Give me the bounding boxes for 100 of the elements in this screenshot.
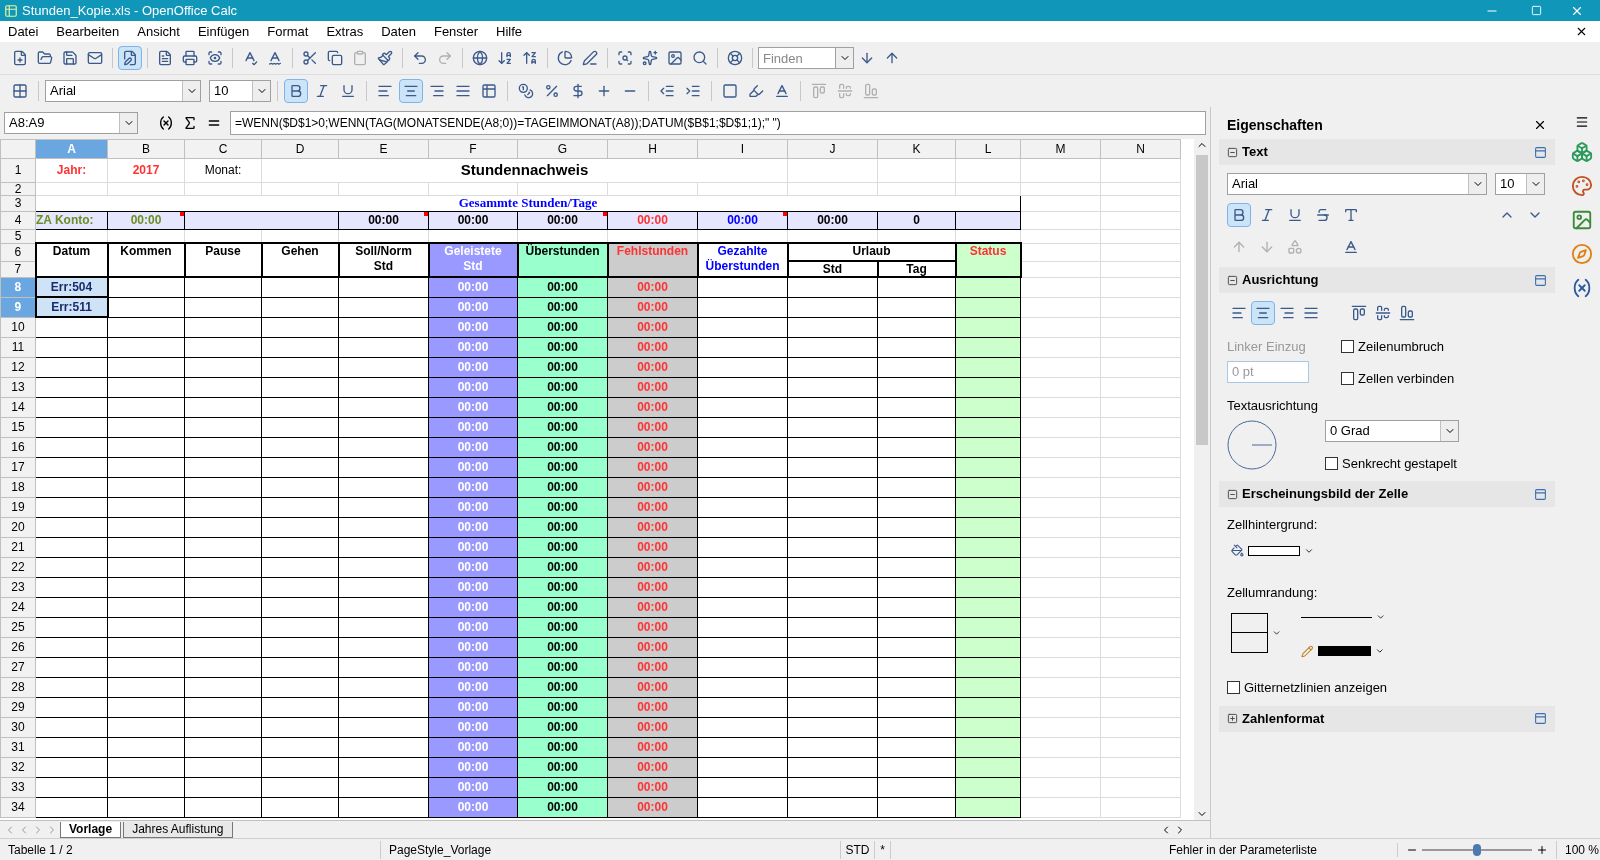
edit-file-icon[interactable] bbox=[118, 46, 142, 70]
close-document-icon[interactable] bbox=[1575, 25, 1588, 38]
row-header[interactable]: 10 bbox=[0, 317, 36, 337]
row-header[interactable]: 26 bbox=[0, 637, 36, 657]
menu-item[interactable]: Format bbox=[267, 21, 309, 42]
font-name-field[interactable]: Arial bbox=[1227, 173, 1487, 195]
align-center-icon[interactable] bbox=[399, 79, 423, 103]
row-header[interactable]: 12 bbox=[0, 357, 36, 377]
font-name-field[interactable]: Arial bbox=[45, 80, 201, 102]
column-header[interactable]: G bbox=[517, 139, 608, 159]
row-header[interactable]: 29 bbox=[0, 697, 36, 717]
column-title: Überstunden bbox=[525, 244, 600, 259]
row-header[interactable]: 21 bbox=[0, 537, 36, 557]
menu-item[interactable]: Hilfe bbox=[496, 21, 523, 42]
row-header[interactable]: 18 bbox=[0, 477, 36, 497]
status-text: Tabelle 1 / 2 bbox=[7, 841, 74, 859]
row-header[interactable]: 24 bbox=[0, 597, 36, 617]
menu-item[interactable]: Daten bbox=[381, 21, 416, 42]
zoom-slider[interactable] bbox=[1422, 842, 1532, 857]
row-header[interactable]: 20 bbox=[0, 517, 36, 537]
sheet-tab[interactable]: Vorlage bbox=[60, 821, 122, 838]
row-header[interactable]: 19 bbox=[0, 497, 36, 517]
row-header[interactable]: 34 bbox=[0, 797, 36, 817]
column-header[interactable]: J bbox=[787, 139, 878, 159]
row-header[interactable]: 16 bbox=[0, 437, 36, 457]
section-header[interactable]: Zahlenformat bbox=[1219, 705, 1555, 732]
checkbox[interactable] bbox=[1341, 340, 1354, 354]
column-header[interactable]: C bbox=[184, 139, 262, 159]
checkbox[interactable] bbox=[1325, 456, 1338, 470]
maximize-icon[interactable] bbox=[1531, 5, 1542, 16]
row-header[interactable]: 23 bbox=[0, 577, 36, 597]
comment-marker bbox=[424, 211, 428, 216]
row-header[interactable]: 13 bbox=[0, 377, 36, 397]
row-header[interactable]: 28 bbox=[0, 677, 36, 697]
row-header[interactable]: 32 bbox=[0, 757, 36, 777]
column-title: Gezahlte Überstunden bbox=[705, 244, 780, 274]
row-header[interactable]: 27 bbox=[0, 657, 36, 677]
menu-item[interactable]: Einfügen bbox=[197, 21, 250, 42]
row-header[interactable]: 14 bbox=[0, 397, 36, 417]
column-title: Tag bbox=[877, 261, 956, 277]
row-header[interactable]: 15 bbox=[0, 417, 36, 437]
slider-thumb[interactable] bbox=[1473, 843, 1481, 856]
sheet-tab[interactable]: Jahres Auflistung bbox=[123, 821, 233, 838]
menu-item[interactable]: Fenster bbox=[433, 21, 478, 42]
section-header[interactable]: Erscheinungsbild der Zelle bbox=[1219, 481, 1555, 507]
row-header[interactable]: 11 bbox=[0, 337, 36, 357]
sum-icon[interactable] bbox=[182, 115, 198, 131]
properties-icon[interactable] bbox=[1571, 141, 1593, 163]
column-header[interactable]: L bbox=[955, 139, 1021, 159]
scrollbar-thumb[interactable] bbox=[1196, 155, 1208, 445]
font-size-field[interactable]: 10 bbox=[1495, 173, 1545, 195]
menu-item[interactable]: Bearbeiten bbox=[56, 21, 120, 42]
field-label: Zellhintergrund: bbox=[1227, 516, 1319, 534]
find-field[interactable]: Finden bbox=[758, 47, 836, 69]
row-header[interactable]: 22 bbox=[0, 557, 36, 577]
bold-icon[interactable] bbox=[1227, 203, 1251, 227]
navigator-icon[interactable] bbox=[1571, 243, 1593, 265]
row-header[interactable]: 17 bbox=[0, 457, 36, 477]
checkbox[interactable] bbox=[1227, 681, 1240, 695]
align-center-icon[interactable] bbox=[1251, 301, 1275, 325]
row-header[interactable]: 30 bbox=[0, 717, 36, 737]
dropdown-icon bbox=[1375, 646, 1385, 656]
section-header[interactable]: Text bbox=[1219, 139, 1555, 165]
column-header[interactable]: M bbox=[1020, 139, 1101, 159]
row-header[interactable]: 1 bbox=[0, 158, 36, 182]
styles-icon[interactable] bbox=[1571, 175, 1593, 197]
section-header[interactable]: Ausrichtung bbox=[1219, 267, 1555, 293]
column-header[interactable]: I bbox=[697, 139, 788, 159]
gallery-icon[interactable] bbox=[1571, 209, 1593, 231]
angle-field[interactable]: 0 Grad bbox=[1325, 419, 1459, 442]
close-icon[interactable] bbox=[1533, 118, 1547, 132]
column-header[interactable]: F bbox=[428, 139, 518, 159]
column-header[interactable]: N bbox=[1100, 139, 1181, 159]
menu-item[interactable]: Datei bbox=[8, 21, 39, 42]
menu-icon[interactable] bbox=[1575, 115, 1589, 129]
row-header[interactable]: 31 bbox=[0, 737, 36, 757]
column-header[interactable]: K bbox=[877, 139, 956, 159]
table-cell: Err:504 bbox=[35, 277, 108, 297]
column-header[interactable]: D bbox=[261, 139, 339, 159]
column-title: Status bbox=[969, 244, 1007, 259]
row-header[interactable]: 25 bbox=[0, 617, 36, 637]
field-label: Textausrichtung bbox=[1227, 397, 1320, 415]
zoom-in-icon[interactable] bbox=[1536, 843, 1548, 856]
dropdown-button[interactable] bbox=[836, 47, 854, 69]
name-box[interactable]: A8:A9 bbox=[4, 112, 138, 134]
checkbox[interactable] bbox=[1341, 371, 1354, 385]
column-header[interactable]: E bbox=[338, 139, 429, 159]
rotation-dial-icon[interactable] bbox=[1227, 419, 1277, 470]
column-header[interactable]: H bbox=[607, 139, 698, 159]
column-header[interactable]: B bbox=[107, 139, 185, 159]
corner-cell[interactable] bbox=[0, 139, 36, 159]
formula-field[interactable]: =WENN($D$1>0;WENN(TAG(MONATSENDE(A8;0))=TAGEIMMONAT(A8));DATUM($B$1;$D$1;1);" ") bbox=[230, 111, 1206, 135]
menu-item[interactable]: Extras bbox=[326, 21, 364, 42]
bold-icon[interactable] bbox=[284, 79, 308, 103]
font-size-field[interactable]: 10 bbox=[209, 80, 271, 102]
comment-marker bbox=[603, 211, 607, 216]
menu-item[interactable]: Ansicht bbox=[137, 21, 180, 42]
section-title: Zahlenformat bbox=[1242, 709, 1326, 728]
row-header[interactable]: 33 bbox=[0, 777, 36, 797]
more-options-icon bbox=[1534, 145, 1547, 159]
